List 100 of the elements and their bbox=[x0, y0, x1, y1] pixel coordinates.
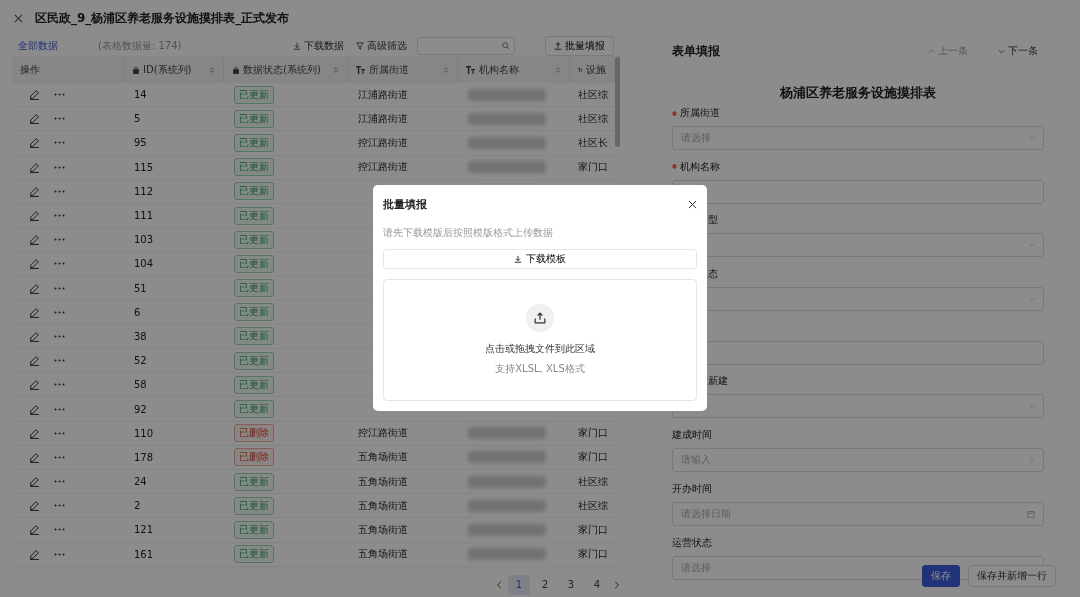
view-tab[interactable]: 全部数据 bbox=[12, 39, 64, 53]
table-cell: 家门口 bbox=[578, 450, 608, 465]
save-button[interactable]: 保存 bbox=[922, 565, 960, 587]
table-cell: 家门口 bbox=[578, 426, 608, 441]
more-icon[interactable] bbox=[54, 141, 65, 145]
status-tag: 已更新 bbox=[234, 206, 274, 225]
edit-icon[interactable] bbox=[29, 427, 40, 439]
table-cell: 家门口 bbox=[578, 160, 608, 175]
save-and-add-button[interactable]: 保存并新增一行 bbox=[968, 565, 1056, 587]
more-icon[interactable] bbox=[54, 262, 65, 266]
close-icon[interactable] bbox=[688, 200, 697, 209]
more-icon[interactable] bbox=[54, 117, 65, 121]
more-icon[interactable] bbox=[54, 310, 65, 314]
edit-icon[interactable] bbox=[29, 137, 40, 149]
table-cell: 社区长 bbox=[578, 135, 608, 150]
more-icon[interactable] bbox=[54, 455, 65, 459]
more-icon[interactable] bbox=[54, 93, 65, 97]
more-icon[interactable] bbox=[54, 407, 65, 411]
upload-drop-zone[interactable]: 点击或拖拽文件到此区域 支持XLSL, XLS格式 bbox=[383, 279, 697, 401]
search-field[interactable] bbox=[417, 37, 515, 55]
table-cell: 161 bbox=[134, 548, 154, 560]
lock-icon bbox=[132, 66, 140, 74]
panel-title: 表单填报 bbox=[672, 42, 721, 60]
input-field[interactable] bbox=[672, 179, 1044, 204]
edit-icon[interactable] bbox=[29, 451, 40, 463]
more-icon[interactable] bbox=[54, 238, 65, 242]
form-title: 杨浦区养老服务设施摸排表 bbox=[779, 84, 937, 102]
more-icon[interactable] bbox=[54, 359, 65, 363]
more-icon[interactable] bbox=[54, 383, 65, 387]
edit-icon[interactable] bbox=[29, 258, 40, 270]
more-icon[interactable] bbox=[54, 552, 65, 556]
sort-icon bbox=[443, 66, 449, 74]
vertical-scrollbar[interactable] bbox=[615, 57, 620, 147]
filter-icon bbox=[356, 42, 364, 50]
table-cell: 五角场街道 bbox=[358, 474, 408, 489]
more-icon[interactable] bbox=[54, 165, 65, 169]
more-icon[interactable] bbox=[54, 431, 65, 435]
table-cell: 51 bbox=[134, 282, 147, 294]
edit-icon[interactable] bbox=[29, 234, 40, 246]
table-cell: 5 bbox=[134, 113, 141, 125]
field-label: 态 bbox=[708, 267, 718, 282]
status-tag: 已更新 bbox=[234, 520, 274, 539]
more-icon[interactable] bbox=[54, 334, 65, 338]
filter-button[interactable]: 高级筛选 bbox=[354, 39, 409, 53]
edit-icon[interactable] bbox=[29, 210, 40, 222]
edit-icon[interactable] bbox=[29, 330, 40, 342]
edit-icon[interactable] bbox=[29, 355, 40, 367]
edit-icon[interactable] bbox=[29, 476, 40, 488]
status-tag: 已更新 bbox=[234, 303, 274, 322]
drop-text: 点击或拖拽文件到此区域 bbox=[485, 342, 595, 356]
status-tag: 已更新 bbox=[234, 545, 274, 564]
edit-icon[interactable] bbox=[29, 161, 40, 173]
chevron-down-icon bbox=[998, 47, 1005, 55]
field-label: 所属街道 bbox=[680, 106, 720, 120]
table-cell: 104 bbox=[134, 258, 154, 270]
download-icon bbox=[514, 255, 522, 263]
edit-icon[interactable] bbox=[29, 306, 40, 318]
status-tag: 已更新 bbox=[234, 327, 274, 346]
select-field[interactable] bbox=[672, 394, 1044, 419]
table-cell: 家门口 bbox=[578, 522, 608, 537]
page-button[interactable]: 1 bbox=[508, 574, 530, 595]
table-cell: 社区综 bbox=[578, 111, 608, 126]
more-icon[interactable] bbox=[54, 286, 65, 290]
edit-icon[interactable] bbox=[29, 500, 40, 512]
page-button[interactable]: 3 bbox=[560, 574, 582, 595]
status-tag: 已更新 bbox=[234, 400, 274, 419]
text-type-icon bbox=[578, 66, 583, 74]
edit-icon[interactable] bbox=[29, 524, 40, 536]
edit-icon[interactable] bbox=[29, 379, 40, 391]
field-label: 运营状态 bbox=[672, 535, 712, 550]
dialog-title: 批量填报 bbox=[383, 197, 427, 212]
table-cell: 五角场街道 bbox=[358, 498, 408, 513]
column-header: ID(系统列) bbox=[143, 63, 192, 77]
table-cell: 2 bbox=[134, 500, 141, 512]
chevron-up-icon bbox=[928, 47, 935, 55]
download-button[interactable]: 下载数据 bbox=[291, 39, 346, 53]
edit-icon[interactable] bbox=[29, 185, 40, 197]
more-icon[interactable] bbox=[54, 189, 65, 193]
download-template-button[interactable]: 下载模板 bbox=[383, 249, 697, 269]
next-button[interactable]: 下一条 bbox=[992, 43, 1044, 59]
status-tag: 已删除 bbox=[234, 448, 274, 467]
column-header: 机构名称 bbox=[479, 63, 519, 77]
status-tag: 已更新 bbox=[234, 85, 274, 104]
more-icon[interactable] bbox=[54, 480, 65, 484]
more-icon[interactable] bbox=[54, 528, 65, 532]
batch-fill-button[interactable]: 批量填报 bbox=[545, 36, 614, 56]
edit-icon[interactable] bbox=[29, 403, 40, 415]
more-icon[interactable] bbox=[54, 214, 65, 218]
status-tag: 已更新 bbox=[234, 375, 274, 394]
edit-icon[interactable] bbox=[29, 282, 40, 294]
edit-icon[interactable] bbox=[29, 89, 40, 101]
table-cell: 111 bbox=[134, 210, 154, 222]
page-button[interactable]: 2 bbox=[534, 574, 556, 595]
edit-icon[interactable] bbox=[29, 548, 40, 560]
edit-icon[interactable] bbox=[29, 113, 40, 125]
more-icon[interactable] bbox=[54, 504, 65, 508]
table-cell: 178 bbox=[134, 451, 154, 463]
status-tag: 已更新 bbox=[234, 351, 274, 370]
page-button[interactable]: 4 bbox=[586, 574, 608, 595]
field-label: 建成时间 bbox=[672, 428, 712, 443]
